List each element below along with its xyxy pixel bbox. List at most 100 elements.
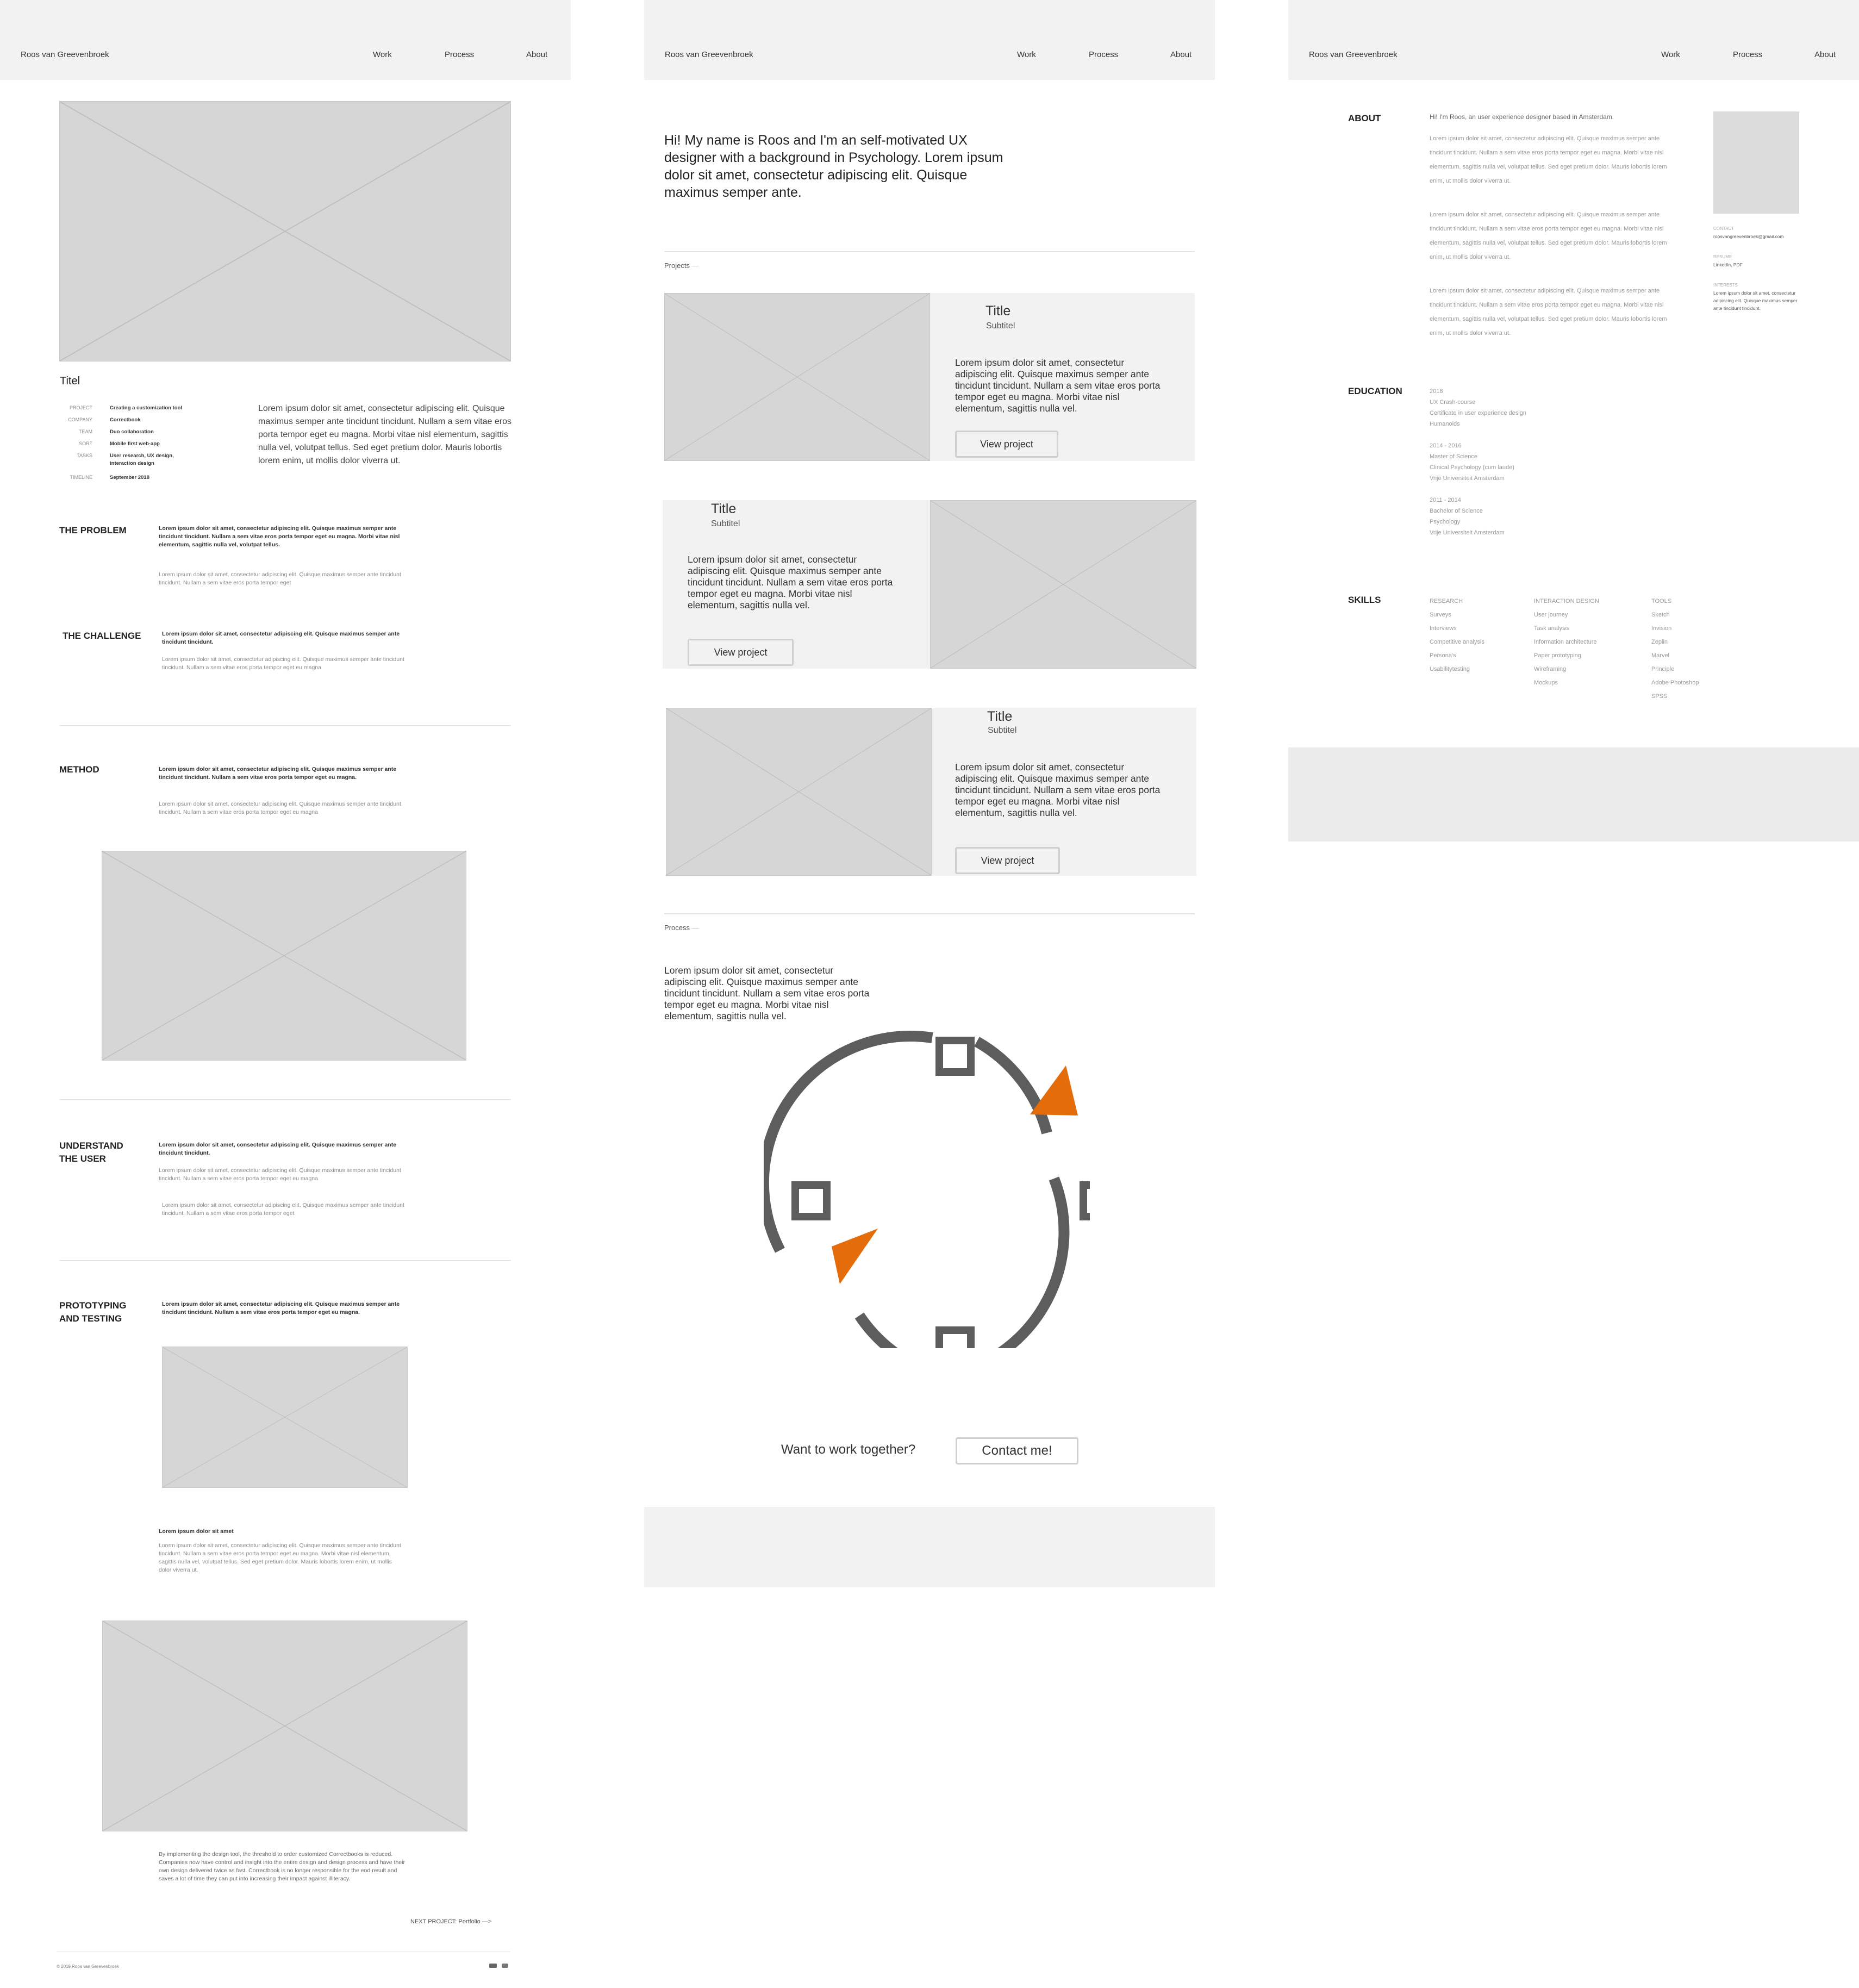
education-line: Bachelor of Science bbox=[1430, 508, 1483, 514]
prototyping-heading-line1: PROTOTYPING bbox=[59, 1300, 127, 1311]
site-footer bbox=[1288, 747, 1859, 842]
prototype-image-placeholder bbox=[162, 1347, 408, 1488]
about-lead: Hi! I'm Roos, an user experience designe… bbox=[1430, 113, 1614, 121]
project-card[interactable]: Title Subtitel Lorem ipsum dolor sit ame… bbox=[666, 708, 1196, 876]
brand-link[interactable]: Roos van Greevenbroek bbox=[665, 50, 753, 59]
skill-item: Usabilitytesting bbox=[1430, 666, 1470, 672]
skill-item: Zeplin bbox=[1651, 639, 1668, 645]
card-title: Title bbox=[987, 709, 1013, 724]
problem-bold: Lorem ipsum dolor sit amet, consectetur … bbox=[159, 525, 400, 548]
education-years: 2014 - 2016 bbox=[1430, 443, 1462, 449]
cycle-arc bbox=[764, 1030, 933, 1253]
nav-work[interactable]: Work bbox=[373, 50, 392, 59]
about-paragraph: Lorem ipsum dolor sit amet, consectetur … bbox=[1430, 288, 1667, 336]
process-dash: — bbox=[691, 924, 699, 932]
card-body: Lorem ipsum dolor sit amet, consectetur … bbox=[955, 762, 1161, 818]
prototyping-heading-line2: AND TESTING bbox=[59, 1313, 122, 1324]
understand-heading-line1: UNDERSTAND bbox=[59, 1141, 123, 1151]
skills-heading: SKILLS bbox=[1348, 595, 1381, 605]
project-intro: Lorem ipsum dolor sit amet, consectetur … bbox=[258, 404, 511, 465]
education-line: Vrije Universiteit Amsterdam bbox=[1430, 529, 1505, 536]
nav-about[interactable]: About bbox=[526, 50, 547, 59]
project-card[interactable]: Title Subtitel Lorem ipsum dolor sit ame… bbox=[664, 293, 1195, 461]
view-project-button[interactable]: View project bbox=[688, 639, 794, 666]
cycle-arrow bbox=[832, 1229, 878, 1284]
project-image-placeholder bbox=[930, 500, 1196, 669]
profile-photo-placeholder bbox=[1713, 111, 1799, 214]
card-body: Lorem ipsum dolor sit amet, consectetur … bbox=[688, 554, 893, 610]
meta-value: Mobile first web-app bbox=[110, 441, 160, 447]
next-project-link[interactable]: NEXT PROJECT: Portfolio —> bbox=[410, 1918, 491, 1925]
project-card[interactable]: Title Subtitel Lorem ipsum dolor sit ame… bbox=[663, 500, 1196, 669]
meta-value: Duo collaboration bbox=[110, 429, 154, 435]
site-header: Roos van Greevenbroek Work Process About bbox=[1288, 0, 1859, 80]
about-side-info: CONTACT roosvangreevenbroek@gmail.com RE… bbox=[1713, 225, 1822, 312]
education-years: 2018 bbox=[1430, 388, 1443, 395]
project-meta: PROJECT Creating a customization tool COM… bbox=[54, 403, 250, 485]
site-footer bbox=[644, 1507, 1215, 1587]
nav-process[interactable]: Process bbox=[1733, 50, 1762, 59]
cycle-arc bbox=[997, 1176, 1070, 1348]
contact-email-link[interactable]: roosvangreevenbroek@gmail.com bbox=[1713, 233, 1822, 240]
brand-link[interactable]: Roos van Greevenbroek bbox=[1309, 50, 1398, 59]
process-label: Process — bbox=[664, 924, 699, 932]
view-project-button[interactable]: View project bbox=[955, 847, 1060, 874]
nav-about[interactable]: About bbox=[1170, 50, 1191, 59]
skill-item: Adobe Photoshop bbox=[1651, 680, 1699, 686]
skill-item: Paper prototyping bbox=[1534, 652, 1581, 659]
cycle-arc bbox=[974, 1037, 1052, 1135]
education-line: Certificate in user experience design bbox=[1430, 410, 1526, 416]
skill-item: SPSS bbox=[1651, 693, 1668, 700]
education-line: Master of Science bbox=[1430, 453, 1478, 460]
mail-icon[interactable] bbox=[502, 1964, 508, 1968]
meta-key: TEAM bbox=[78, 429, 92, 434]
problem-text: Lorem ipsum dolor sit amet, consectetur … bbox=[159, 571, 401, 586]
card-title: Title bbox=[711, 501, 737, 516]
cycle-arrow bbox=[1030, 1065, 1078, 1115]
method-heading: METHOD bbox=[59, 764, 99, 775]
method-image-placeholder bbox=[102, 851, 466, 1061]
nav-work[interactable]: Work bbox=[1661, 50, 1680, 59]
skill-item: Marvel bbox=[1651, 652, 1670, 659]
prototyping-text: Lorem ipsum dolor sit amet, consectetur … bbox=[159, 1542, 401, 1573]
contact-label: CONTACT bbox=[1713, 226, 1735, 231]
contact-button[interactable]: Contact me! bbox=[956, 1437, 1078, 1464]
skills-column-heading: RESEARCH bbox=[1430, 598, 1463, 604]
projects-label: Projects — bbox=[664, 261, 699, 270]
site-header: Roos van Greevenbroek Work Process About bbox=[0, 0, 571, 80]
cycle-node bbox=[1080, 1181, 1090, 1220]
skill-item: Competitive analysis bbox=[1430, 639, 1484, 645]
meta-value: Creating a customization tool bbox=[110, 405, 183, 411]
intro-text: Hi! My name is Roos and I'm an self-moti… bbox=[664, 133, 1003, 200]
card-subtitle: Subtitel bbox=[986, 321, 1015, 331]
about-paragraph: Lorem ipsum dolor sit amet, consectetur … bbox=[1430, 135, 1667, 184]
project-image-placeholder bbox=[666, 708, 932, 876]
cycle-node bbox=[935, 1037, 975, 1076]
skills-column-heading: INTERACTION DESIGN bbox=[1534, 598, 1599, 604]
meta-key: COMPANY bbox=[68, 417, 92, 422]
result-image-placeholder bbox=[102, 1621, 467, 1831]
skill-item: Principle bbox=[1651, 666, 1675, 672]
nav-work[interactable]: Work bbox=[1017, 50, 1036, 59]
view-project-button[interactable]: View project bbox=[955, 431, 1058, 458]
process-text: Lorem ipsum dolor sit amet, consectetur … bbox=[664, 965, 870, 1021]
divider bbox=[59, 725, 511, 726]
understand-heading-line2: THE USER bbox=[59, 1154, 106, 1164]
nav-process[interactable]: Process bbox=[445, 50, 474, 59]
cycle-node bbox=[791, 1181, 831, 1220]
skill-item: Persona's bbox=[1430, 652, 1456, 659]
skills-column-research: RESEARCH Surveys Interviews Competitive … bbox=[1430, 595, 1484, 676]
challenge-heading: THE CHALLENGE bbox=[63, 631, 141, 641]
skills-column-heading: TOOLS bbox=[1651, 598, 1672, 604]
project-title: Titel bbox=[60, 375, 80, 387]
prototyping-bold: Lorem ipsum dolor sit amet, consectetur … bbox=[162, 1301, 400, 1316]
education-line: Clinical Psychology (cum laude) bbox=[1430, 464, 1514, 471]
resume-links[interactable]: LinkedIn, PDF bbox=[1713, 261, 1822, 269]
linkedin-icon[interactable] bbox=[489, 1964, 497, 1968]
resume-label: RESUME bbox=[1713, 254, 1732, 259]
brand-link[interactable]: Roos van Greevenbroek bbox=[21, 50, 109, 59]
skill-item: Information architecture bbox=[1534, 639, 1597, 645]
about-paragraph: Lorem ipsum dolor sit amet, consectetur … bbox=[1430, 211, 1667, 260]
nav-process[interactable]: Process bbox=[1089, 50, 1118, 59]
nav-about[interactable]: About bbox=[1814, 50, 1836, 59]
